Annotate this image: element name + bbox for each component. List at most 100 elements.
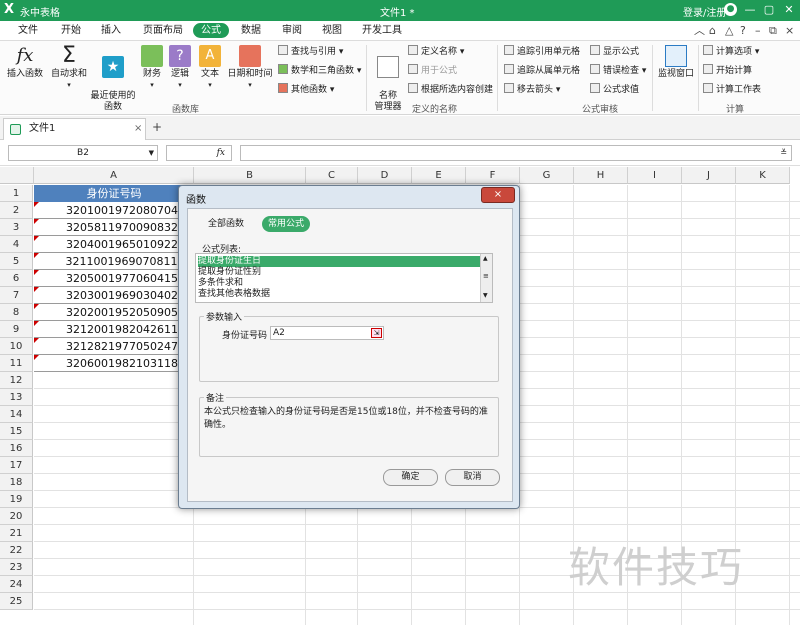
close-icon[interactable]: ✕ (781, 2, 797, 18)
tab-all-functions[interactable]: 全部函数 (202, 216, 250, 232)
help-icon[interactable]: ? (740, 24, 746, 38)
row-header[interactable]: 9 (0, 321, 33, 338)
column-header[interactable]: F (466, 167, 520, 184)
row-header[interactable]: 21 (0, 525, 33, 542)
calc-options-button[interactable]: 计算选项 ▾ (703, 45, 759, 58)
row-header[interactable]: 25 (0, 593, 33, 610)
column-header[interactable]: E (412, 167, 466, 184)
close-doc-icon[interactable]: × (785, 24, 794, 38)
table-cell[interactable]: 321200198204261123 (34, 321, 194, 338)
row-header[interactable]: 13 (0, 389, 33, 406)
column-header[interactable]: A (34, 167, 194, 184)
row-header[interactable]: 4 (0, 236, 33, 253)
list-item[interactable]: 多条件求和 (198, 278, 480, 289)
menu-formula[interactable]: 公式 (193, 23, 229, 38)
ok-button[interactable]: 确定 (383, 469, 438, 486)
formula-list[interactable]: 提取身份证生日 提取身份证性别 多条件求和 查找其他表格数据 ▲ ≡ ▼ (195, 253, 493, 303)
calc-sheet-button[interactable]: 计算工作表 (703, 83, 761, 96)
autosum-button[interactable]: Σ 自动求和 ▾ (50, 45, 88, 91)
menu-insert[interactable]: 插入 (101, 24, 121, 38)
minimize-doc-icon[interactable]: – (755, 24, 761, 38)
scroll-up-icon[interactable]: ▲ (483, 255, 488, 262)
row-header[interactable]: 3 (0, 219, 33, 236)
table-cell[interactable]: 320500197706041528 (34, 270, 194, 287)
row-header[interactable]: 6 (0, 270, 33, 287)
table-cell[interactable]: 320100197208070422 (34, 202, 194, 219)
restore-icon[interactable]: ⧉ (769, 24, 777, 38)
name-box[interactable]: B2 ▼ (8, 145, 158, 161)
cancel-button[interactable]: 取消 (445, 469, 500, 486)
row-header[interactable]: 2 (0, 202, 33, 219)
column-header[interactable]: J (682, 167, 736, 184)
table-cell[interactable]: 320600198210311856 (34, 355, 194, 372)
row-header[interactable]: 5 (0, 253, 33, 270)
row-header[interactable]: 23 (0, 559, 33, 576)
row-header[interactable]: 1 (0, 185, 33, 202)
range-select-icon[interactable]: ⇲ (371, 328, 382, 338)
home-icon[interactable]: ⌂ (709, 24, 716, 38)
login-link[interactable]: 登录/注册 (683, 4, 726, 19)
name-manager-button[interactable]: 名称 管理器 (370, 45, 406, 113)
document-tab[interactable]: 文件1 × (3, 118, 146, 140)
calc-now-button[interactable]: 开始计算 (703, 64, 752, 77)
row-header[interactable]: 12 (0, 372, 33, 389)
row-header[interactable]: 7 (0, 287, 33, 304)
column-header[interactable]: H (574, 167, 628, 184)
expand-icon[interactable]: ≚ (780, 146, 787, 160)
row-header[interactable]: 15 (0, 423, 33, 440)
maximize-icon[interactable]: ▢ (761, 2, 777, 18)
recent-functions-button[interactable]: ★ 最近使用的 函数 (89, 45, 137, 113)
trace-dependents-button[interactable]: 追踪从属单元格 (504, 64, 580, 77)
column-header[interactable]: K (736, 167, 790, 184)
chevron-down-icon[interactable]: ▼ (149, 146, 154, 160)
fx-button[interactable]: fx (166, 145, 232, 161)
row-header[interactable]: 11 (0, 355, 33, 372)
row-header[interactable]: 18 (0, 474, 33, 491)
column-header[interactable]: B (194, 167, 306, 184)
menu-developer[interactable]: 开发工具 (362, 24, 402, 38)
minimize-icon[interactable]: — (742, 2, 758, 18)
header-cell[interactable]: 身份证号码 (34, 185, 194, 202)
tab-common-formulas[interactable]: 常用公式 (262, 216, 311, 232)
list-scrollbar[interactable]: ▲ ≡ ▼ (480, 254, 492, 302)
row-header[interactable]: 8 (0, 304, 33, 321)
menu-data[interactable]: 数据 (241, 24, 261, 38)
param-input[interactable]: A2 ⇲ (270, 326, 384, 340)
select-all-corner[interactable] (0, 167, 34, 184)
menu-view[interactable]: 视图 (322, 24, 342, 38)
column-header[interactable]: I (628, 167, 682, 184)
row-header[interactable]: 24 (0, 576, 33, 593)
row-header[interactable]: 10 (0, 338, 33, 355)
create-from-selection-button[interactable]: 根据所选内容创建 (408, 83, 493, 96)
list-item[interactable]: 查找其他表格数据 (198, 289, 480, 300)
define-name-button[interactable]: 定义名称 ▾ (408, 45, 464, 58)
table-cell[interactable]: 320300196903040233 (34, 287, 194, 304)
table-cell[interactable]: 320581197009083223 (34, 219, 194, 236)
list-item[interactable]: 提取身份证性别 (198, 267, 480, 278)
lookup-button[interactable]: 查找与引用 ▾ (278, 45, 343, 58)
menu-file[interactable]: 文件 (18, 24, 38, 38)
use-in-formula-button[interactable]: 用于公式 (408, 64, 457, 77)
table-cell[interactable]: 320200195205090536 (34, 304, 194, 321)
menu-home[interactable]: 开始 (61, 24, 81, 38)
row-header[interactable]: 17 (0, 457, 33, 474)
remove-arrows-button[interactable]: 移去箭头 ▾ (504, 83, 560, 96)
math-button[interactable]: 数学和三角函数 ▾ (278, 64, 361, 77)
column-header[interactable]: C (306, 167, 358, 184)
user-icon[interactable]: ● (724, 3, 737, 16)
dialog-close-button[interactable]: × (481, 187, 515, 203)
formula-input[interactable]: ≚ (240, 145, 792, 161)
close-tab-icon[interactable]: × (134, 119, 142, 139)
table-cell[interactable]: 320400196501092265 (34, 236, 194, 253)
table-cell[interactable]: 321282197705024755 (34, 338, 194, 355)
logic-button[interactable]: ? 逻辑 ▾ (168, 45, 192, 91)
insert-function-button[interactable]: fx 插入函数 (6, 45, 44, 80)
watch-window-button[interactable]: 监视窗口 (656, 45, 696, 80)
trace-precedents-button[interactable]: 追踪引用单元格 (504, 45, 580, 58)
list-item[interactable]: 提取身份证生日 (198, 256, 480, 267)
text-button[interactable]: A 文本 ▾ (198, 45, 222, 91)
collapse-icon[interactable]: △ (725, 24, 733, 38)
menu-review[interactable]: 审阅 (282, 24, 302, 38)
scroll-thumb[interactable]: ≡ (483, 272, 489, 280)
row-header[interactable]: 14 (0, 406, 33, 423)
